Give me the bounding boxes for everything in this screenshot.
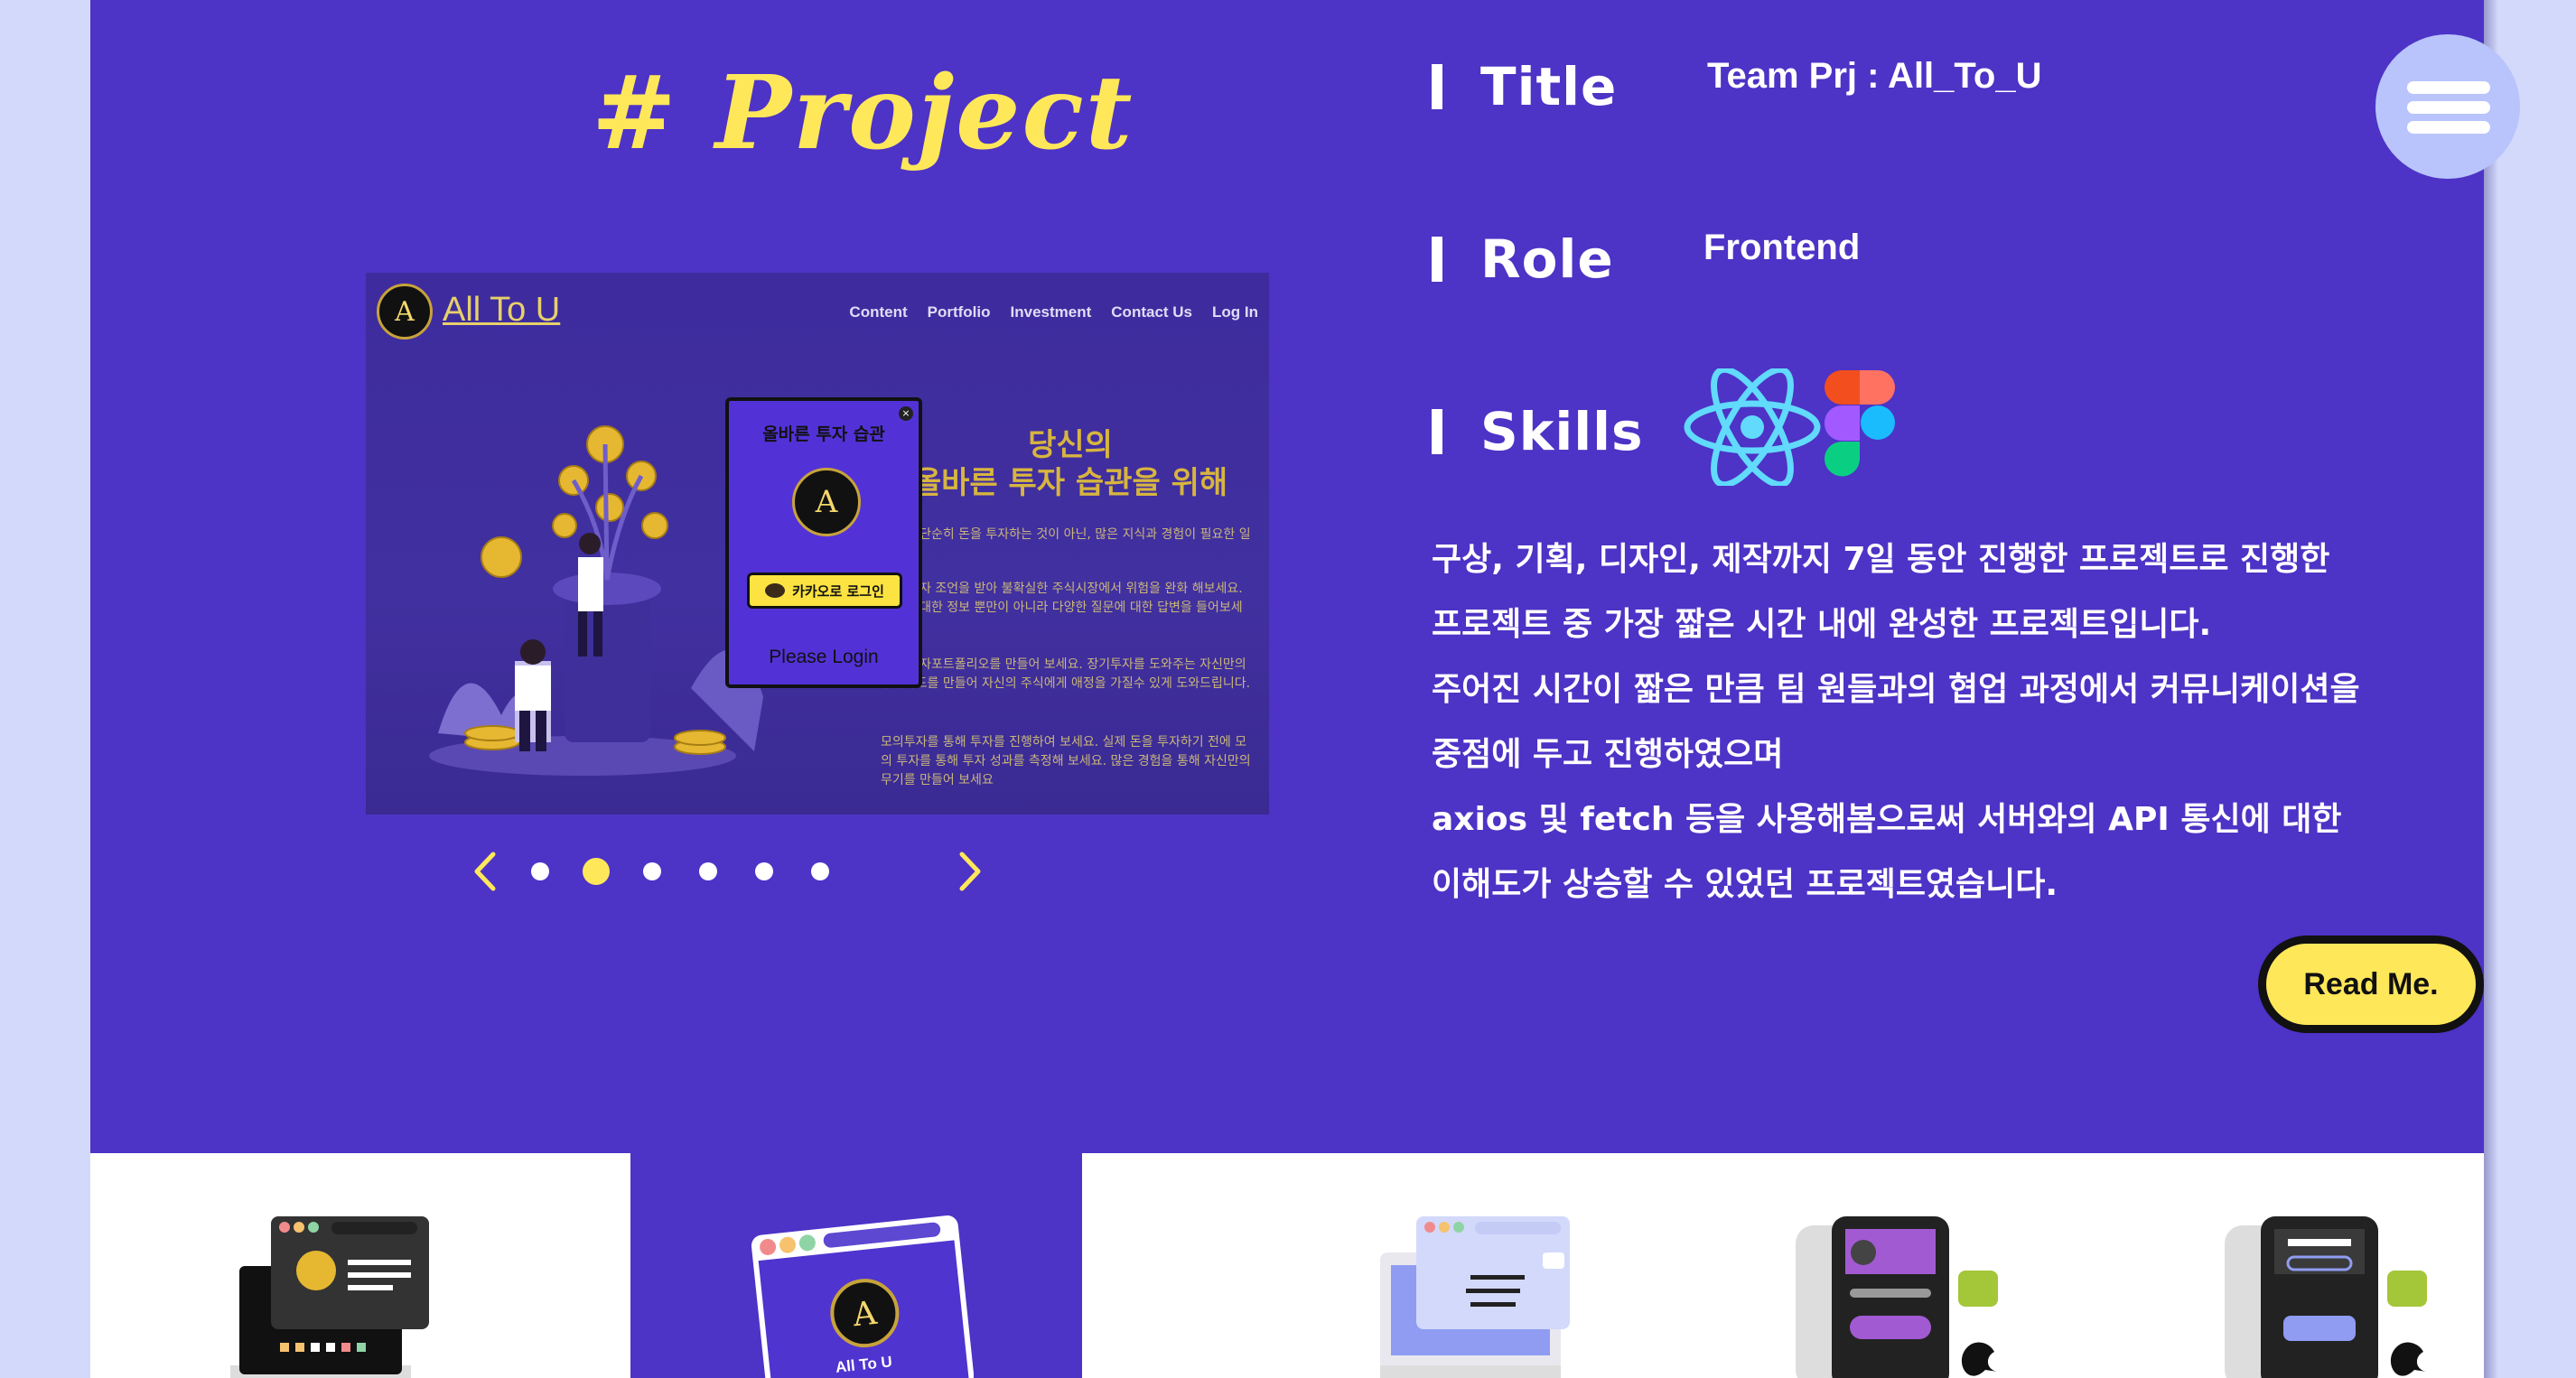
menu-line (2407, 81, 2490, 94)
menu-line (2407, 101, 2490, 114)
description-line: 주어진 시간이 짧은 만큼 팀 원들과의 협업 과정에서 커뮤니케이션을 (1432, 671, 2360, 708)
carousel-dot[interactable] (755, 862, 773, 880)
android-ios-app-icon (1796, 1216, 1998, 1378)
site-logo: A (377, 284, 433, 340)
please-login-text: Please Login (769, 647, 879, 667)
site-paragraph: 투자는 단순히 돈을 투자하는 것이 아닌, 많은 지식과 경험이 필요한 일입… (881, 527, 1251, 561)
site-paragraph: 나의 투자포트폴리오를 만들어 보세요. 장기투자를 도와주는 자신만의 주식카… (881, 657, 1251, 691)
site-nav: Content Portfolio Investment Contact Us … (849, 303, 1258, 321)
row-marker (1432, 64, 1442, 109)
kakao-icon (765, 583, 786, 598)
project-thumbnail-strip: A All To U (90, 1153, 2484, 1378)
row-marker (1432, 237, 1442, 282)
carousel-dot[interactable] (699, 862, 717, 880)
project-heading: # Project (592, 54, 1134, 172)
site-brand: All To U (443, 291, 561, 329)
site-nav-item: Contact Us (1111, 303, 1193, 321)
row-marker (1432, 409, 1442, 454)
site-nav-item: Content (849, 303, 908, 321)
site-paragraph: 모의투자를 통해 투자를 진행하여 보세요. 실제 돈을 투자하기 전에 모의 … (881, 735, 1251, 787)
chevron-right-icon[interactable] (951, 849, 987, 894)
description-line: 구상, 기획, 디자인, 제작까지 7일 동안 진행한 프로젝트로 진행한 (1432, 541, 2330, 578)
site-nav-item: Investment (1010, 303, 1092, 321)
react-icon (1684, 368, 1821, 486)
page: # Project A All To U Content Portfolio I… (90, 0, 2484, 1378)
chevron-left-icon[interactable] (468, 849, 504, 894)
title-label: Title (1480, 56, 1618, 117)
project-thumb-active[interactable]: A All To U (630, 1153, 1082, 1378)
carousel-dot[interactable] (531, 862, 549, 880)
carousel-controls (468, 849, 1010, 894)
kakao-login-button: 카카오로 로그인 (747, 573, 902, 609)
description-line: 이해도가 상승할 수 있었던 프로젝트였습니다. (1432, 866, 2058, 903)
all-to-u-logo-letter: A (850, 1295, 879, 1335)
modal-title: 올바른 투자 습관 (762, 424, 885, 444)
investment-illustration (429, 425, 763, 776)
site-headline-line: 당신의 (1028, 427, 1113, 463)
close-icon: × (899, 406, 913, 421)
all-to-u-icon: A All To U (751, 1215, 974, 1378)
site-headline-line: 올바른 투자 습관을 위해 (912, 465, 1228, 501)
carousel-dot-active[interactable] (583, 858, 610, 885)
carousel-dot[interactable] (811, 862, 829, 880)
project-thumb[interactable] (90, 1153, 630, 1378)
login-modal: × 올바른 투자 습관 A 카카오로 로그인 Please Login (725, 397, 922, 688)
browser-message-icon (1380, 1216, 1570, 1378)
site-nav-item: Portfolio (927, 303, 991, 321)
site-headline: 당신의 올바른 투자 습관을 위해 (881, 426, 1260, 502)
read-me-button[interactable]: Read Me. (2258, 936, 2484, 1033)
site-nav-item: Log In (1212, 303, 1258, 321)
skills-label: Skills (1480, 401, 1644, 462)
project-description: 구상, 기획, 디자인, 제작까지 7일 동안 진행한 프로젝트로 진행한 프로… (1432, 527, 2470, 917)
android-ios-app-icon (2225, 1216, 2427, 1378)
kakao-login-label: 카카오로 로그인 (792, 582, 884, 600)
carousel-dot[interactable] (643, 862, 661, 880)
hamburger-menu-button[interactable] (2375, 34, 2520, 179)
skills-row: Skills (1432, 401, 1644, 462)
role-value: Frontend (1703, 228, 1861, 267)
browser-window-icon (230, 1216, 429, 1378)
figma-icon (1824, 370, 1895, 477)
project-screenshot: A All To U Content Portfolio Investment … (366, 273, 1269, 815)
role-row: Role (1432, 228, 1614, 290)
title-value: Team Prj : All_To_U (1707, 56, 2042, 96)
project-thumb[interactable] (2003, 1153, 2484, 1378)
role-label: Role (1480, 228, 1614, 290)
description-line: 중점에 두고 진행하였으며 (1432, 736, 1784, 773)
project-thumb[interactable] (1082, 1153, 1579, 1378)
modal-logo: A (792, 468, 861, 536)
description-line: 프로젝트 중 가장 짧은 시간 내에 완성한 프로젝트입니다. (1432, 606, 2212, 643)
page-edge-shadow (2484, 0, 2498, 1378)
menu-line (2407, 121, 2490, 134)
description-line: axios 및 fetch 등을 사용해봄으로써 서버와의 API 통신에 대한 (1432, 801, 2342, 838)
project-thumb[interactable] (1579, 1153, 2003, 1378)
site-paragraph: 전문 투자 조언을 받아 불확실한 주식시장에서 위험을 완화 해보세요. 기업… (881, 582, 1243, 634)
title-row: Title (1432, 56, 1617, 117)
